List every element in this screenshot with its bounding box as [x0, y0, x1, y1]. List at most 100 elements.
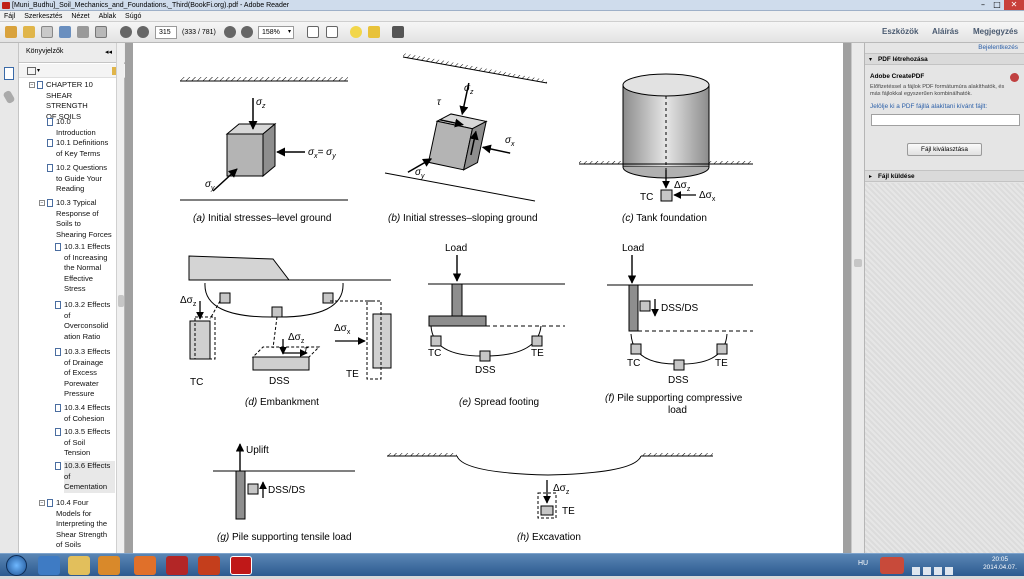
tray-icon[interactable] — [912, 567, 920, 575]
email-icon[interactable] — [95, 26, 107, 38]
navigation-rail — [0, 43, 19, 553]
zoom-out-icon[interactable] — [224, 26, 236, 38]
language-indicator[interactable]: HU — [858, 560, 868, 567]
panel-a: σz σx= σy σy (a) Initial stresses–level … — [180, 77, 348, 224]
open-folder-icon[interactable] — [23, 26, 35, 38]
print-icon[interactable] — [77, 26, 89, 38]
menu-edit[interactable]: Szerkesztés — [24, 13, 62, 20]
bookmark-label-line: 10.3.2 Effects — [64, 300, 111, 309]
file-path-input[interactable] — [871, 114, 1020, 126]
section-pdf-header[interactable]: ▾ PDF létrehozása — [865, 53, 1024, 65]
bookmark-item[interactable]: − 10.4 Four Models for Interpreting the Shea… — [39, 498, 115, 551]
comment-icon[interactable] — [350, 26, 362, 38]
document-scrollbar[interactable] — [851, 43, 864, 553]
bookmark-label-line: Effective — [64, 273, 93, 283]
sigma-z-label: σz — [256, 97, 266, 110]
collapse-toggle-icon[interactable]: − — [39, 500, 45, 506]
menu-bar: Fájl Szerkesztés Nézet Ablak Súgó — [0, 11, 1024, 22]
page-number-input[interactable]: 315 — [155, 26, 177, 39]
save-icon[interactable] — [59, 26, 71, 38]
start-button[interactable] — [6, 555, 27, 576]
collapse-toggle-icon[interactable]: − — [29, 82, 35, 88]
mcafee-icon[interactable] — [166, 556, 188, 575]
create-pdf-icon[interactable] — [5, 26, 17, 38]
sigma-z-label: σz — [464, 83, 474, 96]
dss-ds-label: DSS/DS — [661, 303, 699, 314]
bookmark-label-line: of Key Terms — [56, 148, 101, 158]
bookmark-item[interactable]: 10.3.3 Effects of Drainage of Excess Porewa… — [55, 347, 115, 400]
bookmark-label-line: Reading — [56, 184, 85, 194]
chevron-down-icon[interactable]: ▾ — [37, 67, 40, 74]
scroll-thumb[interactable] — [854, 259, 862, 267]
bookmark-label-line: of Increasing — [64, 252, 108, 262]
zoom-in-icon[interactable] — [241, 26, 253, 38]
menu-file[interactable]: Fájl — [4, 13, 15, 20]
bookmark-label-line: Overconsolid — [64, 321, 109, 331]
volume-icon[interactable] — [945, 567, 953, 575]
bookmark-item[interactable]: 10.3.4 Effects of Cohesion — [55, 403, 115, 424]
scroll-thumb[interactable] — [118, 295, 124, 307]
bookmark-label-line: 10.3.1 Effects — [64, 242, 111, 251]
media-player-icon[interactable] — [98, 556, 120, 575]
highlight-icon[interactable] — [368, 26, 380, 38]
menu-view[interactable]: Nézet — [71, 13, 89, 20]
bookmark-item[interactable]: 10.3.5 Effects of Soil Tension — [55, 427, 115, 459]
select-file-button[interactable]: Fájl kiválasztása — [907, 143, 982, 156]
select-file-label: Jelölje ki a PDF fájllá alakítani kívánt… — [870, 103, 988, 110]
bookmarks-scrollbar[interactable] — [116, 43, 124, 553]
collapse-toggle-icon[interactable]: − — [39, 200, 45, 206]
bookmark-item[interactable]: 10.2 Questions to Guide Your Reading — [47, 163, 115, 195]
powerpoint-icon[interactable] — [198, 556, 220, 575]
share-icon[interactable] — [392, 26, 404, 38]
close-button[interactable]: ✕ — [1004, 0, 1024, 10]
caption-a: (a) Initial stresses–level ground — [193, 213, 331, 224]
bookmark-label-line: Interpreting the — [56, 519, 108, 529]
fit-width-icon[interactable] — [326, 26, 338, 38]
maximize-button[interactable]: □ — [990, 0, 1004, 10]
bookmark-item[interactable]: 10.3.2 Effects of Overconsolid ation Ratio — [55, 300, 115, 342]
page-up-icon[interactable] — [120, 26, 132, 38]
zoom-select[interactable]: 158% ▾ — [258, 26, 294, 39]
bookmark-item[interactable]: − 10.3 Typical Response of Soils to Shearing… — [39, 198, 115, 240]
bookmark-item[interactable]: 10.0 Introduction — [47, 117, 115, 138]
zoom-value: 158% — [262, 29, 280, 36]
chevron-down-icon: ▾ — [287, 29, 291, 35]
document-view[interactable]: σz σx= σy σy (a) Initial stresses–level … — [125, 43, 851, 553]
delta-sigma-z-label: Δσz — [553, 483, 570, 496]
caption-f-line2: load — [668, 405, 687, 416]
clock-date: 2014.04.07. — [983, 564, 1017, 571]
bookmark-item[interactable]: 10.3.1 Effects of Increasing the Normal Eff… — [55, 242, 115, 295]
bookmark-item[interactable]: 10.3.6 Effects of Cementation — [55, 461, 115, 493]
ie-icon[interactable] — [38, 556, 60, 575]
collapse-panel-icon[interactable]: ◂◂ — [105, 48, 112, 56]
firefox-icon[interactable] — [134, 556, 156, 575]
explorer-icon[interactable] — [68, 556, 90, 575]
caption-h: (h) Excavation — [517, 532, 581, 543]
bookmark-label-line: 10.3.6 Effects — [64, 461, 111, 470]
bookmark-label-line: Cementation — [64, 482, 108, 492]
options-menu-icon[interactable] — [27, 67, 36, 75]
bookmark-label-line: Shear Strength — [56, 529, 108, 539]
edit-icon[interactable] — [41, 26, 53, 38]
tools-button[interactable]: Eszközök — [882, 26, 918, 38]
bookmark-item[interactable]: 10.1 Definitions of Key Terms — [47, 138, 115, 159]
clock[interactable]: 20:05 2014.04.07. — [980, 556, 1020, 572]
section-send-header[interactable]: ▸ Fájl küldése — [865, 170, 1024, 182]
tray-app-icon[interactable] — [880, 557, 904, 574]
sign-button[interactable]: Aláírás — [932, 26, 959, 38]
adobe-reader-taskbar-icon[interactable] — [230, 556, 252, 575]
minimize-button[interactable]: – — [976, 0, 990, 10]
panel-e: Load TC DSS TE (e) Spread footing — [428, 243, 565, 408]
attachment-icon[interactable] — [2, 89, 16, 105]
login-link[interactable]: Bejelentkezés — [978, 44, 1018, 52]
battery-icon[interactable] — [934, 567, 942, 575]
menu-help[interactable]: Súgó — [125, 13, 141, 20]
network-icon[interactable] — [923, 567, 931, 575]
comment-button[interactable]: Megjegyzés — [973, 26, 1018, 38]
page-count: (333 / 781) — [182, 29, 216, 36]
page-down-icon[interactable] — [137, 26, 149, 38]
menu-window[interactable]: Ablak — [99, 13, 117, 20]
bookmarks-panel-icon[interactable] — [4, 67, 14, 80]
caption-e: (e) Spread footing — [459, 397, 539, 408]
fit-page-icon[interactable] — [307, 26, 319, 38]
